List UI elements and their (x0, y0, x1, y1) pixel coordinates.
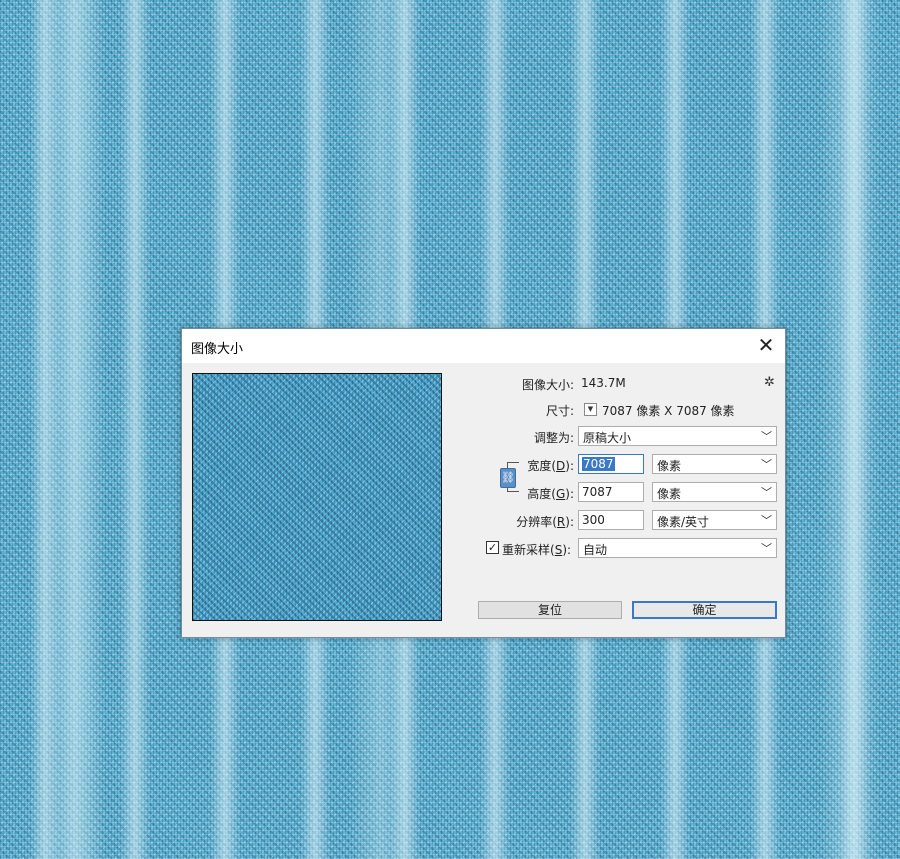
resolution-value: 300 (582, 513, 605, 527)
height-unit-select[interactable]: 像素 ﹀ (652, 482, 777, 502)
height-unit-value: 像素 (657, 487, 682, 501)
ok-button[interactable]: 确定 (632, 601, 777, 619)
resolution-label-suffix: ): (565, 515, 574, 529)
height-label-text: 高度( (527, 487, 556, 501)
width-label-suffix: ): (565, 459, 574, 473)
height-label-key: G (555, 487, 566, 501)
chevron-down-icon: ﹀ (761, 514, 772, 527)
reset-button[interactable]: 复位 (478, 601, 622, 619)
resolution-input[interactable]: 300 (578, 510, 644, 530)
width-unit-value: 像素 (657, 459, 682, 473)
background-texture-band (45, 0, 105, 859)
height-label: 高度(G): (482, 485, 574, 502)
chevron-down-icon: ﹀ (761, 486, 772, 499)
height-label-suffix: ): (565, 487, 574, 501)
image-size-dialog: 图像大小 ✕ 图像大小: 143.7M ✲ 尺寸: ▼ 7087 像素 X 70… (181, 328, 786, 638)
dialog-title: 图像大小 (191, 342, 244, 357)
resolution-label-text: 分辨率( (516, 515, 557, 529)
resample-label-text: 重新采样( (502, 543, 555, 557)
close-button[interactable]: ✕ (753, 334, 779, 358)
resample-label-suffix: ): (562, 543, 572, 557)
height-value: 7087 (582, 485, 613, 499)
dimensions-unit-dropdown[interactable]: ▼ (584, 403, 597, 416)
resample-checkbox[interactable]: ✓ (486, 541, 499, 554)
chevron-down-icon: ﹀ (761, 458, 772, 471)
dimensions-label: 尺寸: (545, 404, 574, 418)
width-unit-select[interactable]: 像素 ﹀ (652, 454, 777, 474)
image-size-label: 图像大小: (521, 378, 574, 392)
fit-to-label: 调整为: (533, 431, 574, 445)
fit-to-select[interactable]: 原稿大小 ﹀ (578, 426, 777, 446)
width-value: 7087 (582, 457, 615, 471)
chevron-down-icon: ﹀ (761, 430, 772, 443)
image-size-value: 143.7M (581, 376, 626, 390)
image-preview[interactable] (192, 373, 442, 621)
resolution-unit-select[interactable]: 像素/英寸 ﹀ (652, 510, 777, 530)
width-input[interactable]: 7087 (578, 454, 644, 474)
width-label: 宽度(D): (482, 457, 574, 474)
resample-method-select[interactable]: 自动 ﹀ (578, 538, 777, 558)
resample-label: 重新采样(S): (502, 541, 572, 558)
resolution-unit-value: 像素/英寸 (657, 515, 710, 529)
dimensions-value: 7087 像素 X 7087 像素 (602, 404, 735, 418)
width-label-text: 宽度( (527, 459, 557, 473)
gear-icon[interactable]: ✲ (764, 375, 775, 390)
fit-to-value: 原稿大小 (583, 431, 632, 445)
resample-method-value: 自动 (583, 543, 608, 557)
dialog-titlebar: 图像大小 ✕ (182, 329, 785, 363)
resolution-label-key: R (556, 515, 566, 529)
resolution-label: 分辨率(R): (482, 513, 574, 530)
background-texture-band (820, 0, 880, 859)
height-input[interactable]: 7087 (578, 482, 644, 502)
width-label-key: D (556, 459, 566, 473)
chevron-down-icon: ﹀ (761, 542, 772, 555)
